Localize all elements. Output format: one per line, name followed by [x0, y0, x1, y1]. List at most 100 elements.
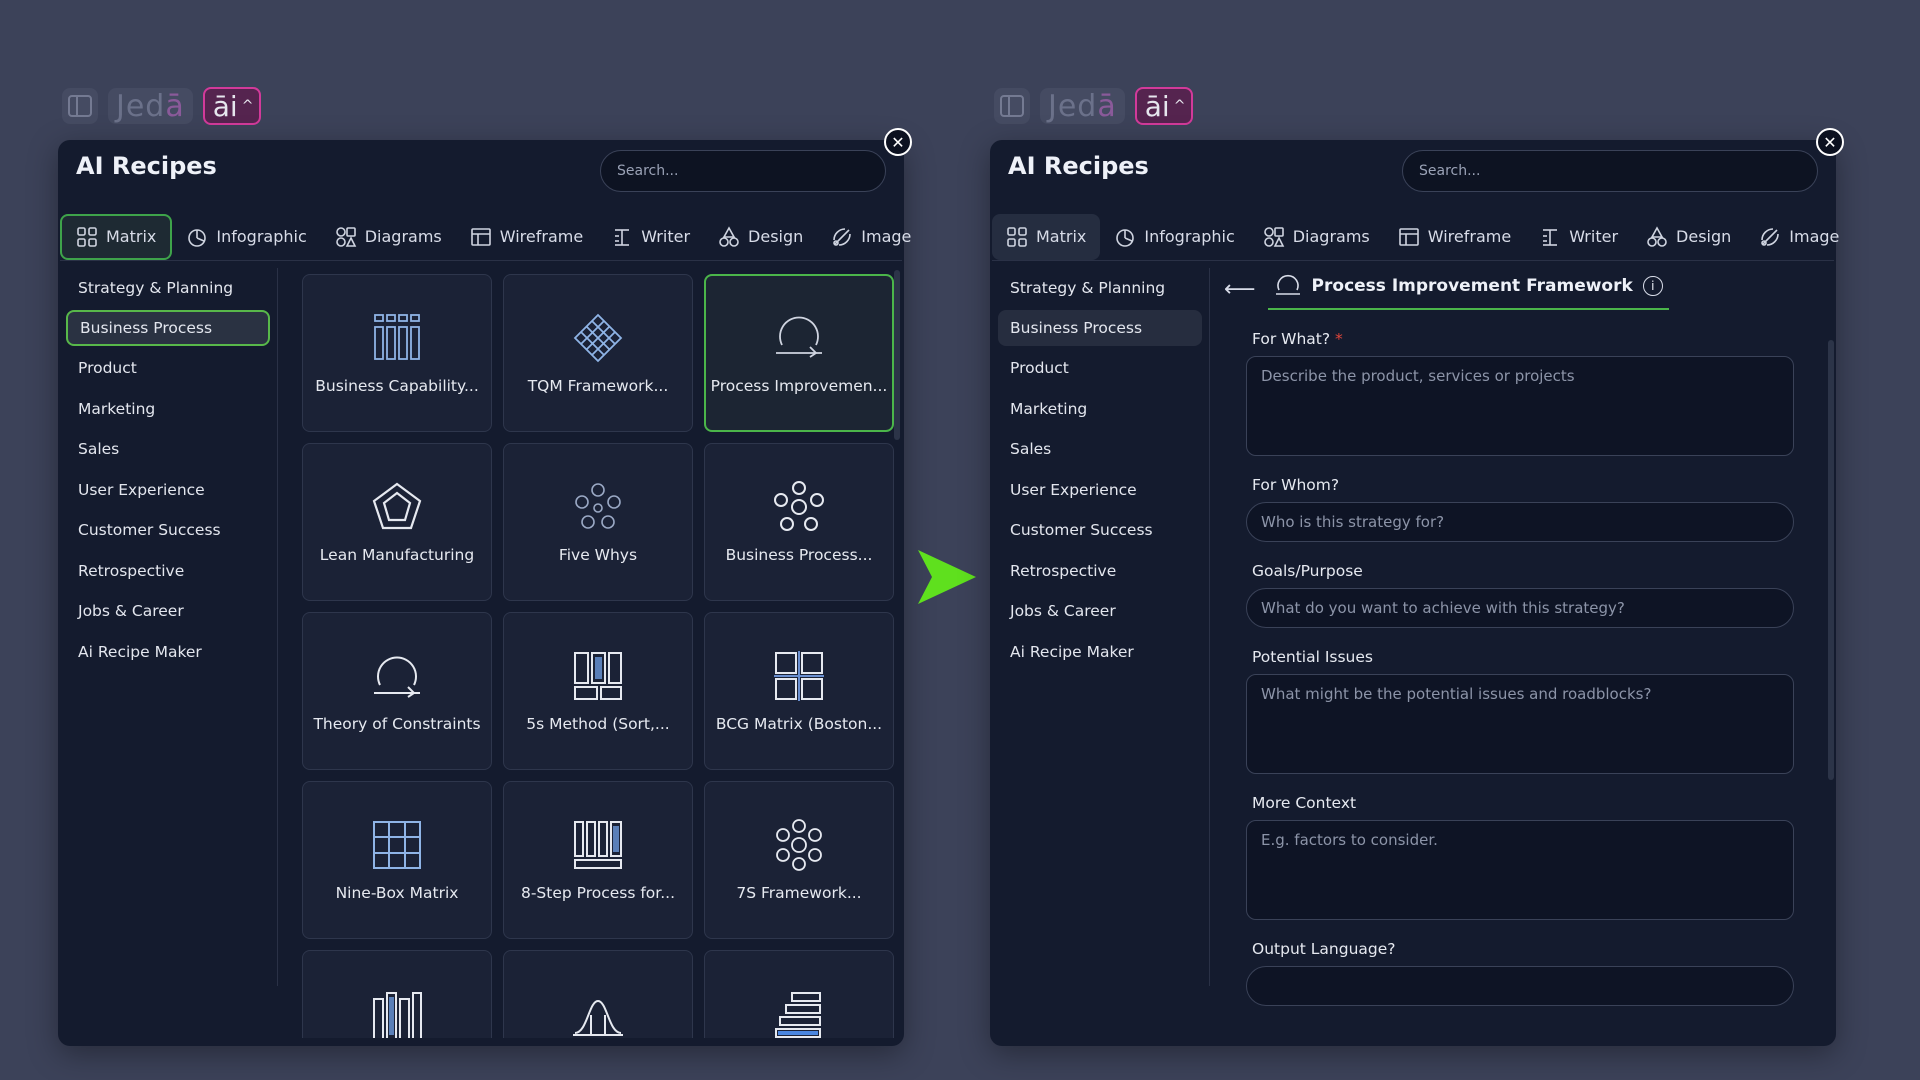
writer-icon [1543, 228, 1558, 246]
tab-wireframe[interactable]: Wireframe [456, 214, 597, 260]
sidebar-panel-icon [68, 95, 92, 117]
sidebar-item-marketing[interactable]: Marketing [998, 389, 1209, 429]
jeda-logo: Jed ā [1040, 88, 1125, 124]
form-header: ⟵ Process Improvement Framework i [1216, 268, 1816, 310]
for-what-field[interactable] [1246, 356, 1794, 456]
sidebar-item-ai-recipe-maker[interactable]: Ai Recipe Maker [66, 632, 277, 672]
recipe-card[interactable] [503, 950, 693, 1038]
recipe-grid: Business Capability... TQM Framework... … [294, 274, 894, 1038]
sidebar-item-retrospective[interactable]: Retrospective [998, 551, 1209, 591]
tab-writer[interactable]: Writer [597, 214, 704, 260]
field-label: More Context [1252, 794, 1357, 812]
search-input[interactable] [1402, 150, 1818, 192]
stack-icon [775, 992, 821, 1038]
grid-scrollbar[interactable] [894, 270, 900, 440]
sidebar-item-jobs-career[interactable]: Jobs & Career [998, 591, 1209, 631]
recipe-card-selected[interactable]: Process Improvemen... [704, 274, 894, 432]
recipe-card[interactable]: Theory of Constraints [302, 612, 492, 770]
more-context-field[interactable] [1246, 820, 1794, 920]
sidebar-item-sales[interactable]: Sales [66, 429, 277, 469]
left-topbar: Jed ā āi ^ [62, 86, 262, 126]
tab-design[interactable]: Design [1632, 214, 1745, 260]
sidebar-item-customer-success[interactable]: Customer Success [998, 510, 1209, 550]
sidebar-item-product[interactable]: Product [998, 348, 1209, 388]
info-icon[interactable]: i [1642, 276, 1663, 296]
ai-recipes-panel-left: ✕ AI Recipes Matrix Infographic Diagrams… [58, 128, 912, 1046]
recipe-card[interactable]: 8-Step Process for... [503, 781, 693, 939]
recipe-card[interactable]: Business Process... [704, 443, 894, 601]
recipe-card[interactable]: Five Whys [503, 443, 693, 601]
sidebar-item-product[interactable]: Product [66, 348, 277, 388]
bell-curve-icon [573, 999, 623, 1036]
recipe-card[interactable]: 7S Framework... [704, 781, 894, 939]
sidebar-item-marketing[interactable]: Marketing [66, 389, 277, 429]
sidebar-item-strategy-planning[interactable]: Strategy & Planning [66, 268, 277, 308]
grid-icon [1007, 226, 1027, 247]
design-icon [1647, 225, 1667, 247]
recipe-card[interactable]: TQM Framework... [503, 274, 693, 432]
ai-recipes-panel-right: ✕ AI Recipes Matrix Infographic Diagrams… [990, 128, 1844, 1046]
potential-issues-field[interactable] [1246, 674, 1794, 774]
sidebar-item-jobs-career[interactable]: Jobs & Career [66, 591, 277, 631]
tab-image[interactable]: Image [1745, 214, 1853, 260]
category-tabs: Matrix Infographic Diagrams Wireframe Wr… [60, 213, 911, 261]
recipe-form: ⟵ Process Improvement Framework i For Wh… [1216, 268, 1816, 1036]
for-whom-field[interactable] [1246, 502, 1794, 542]
field-label: Output Language? [1252, 940, 1396, 958]
sidebar-item-ai-recipe-maker[interactable]: Ai Recipe Maker [998, 632, 1209, 672]
seven-circles-icon [776, 819, 822, 871]
tab-diagrams[interactable]: Diagrams [321, 214, 456, 260]
sidebar-item-retrospective[interactable]: Retrospective [66, 551, 277, 591]
recipe-card[interactable]: 5s Method (Sort,... [503, 612, 693, 770]
sidebar-item-user-experience[interactable]: User Experience [66, 470, 277, 510]
recipe-card[interactable] [302, 950, 492, 1038]
goals-purpose-field[interactable] [1246, 588, 1794, 628]
sidebar-item-sales[interactable]: Sales [998, 429, 1209, 469]
sidebar-item-strategy-planning[interactable]: Strategy & Planning [998, 268, 1209, 308]
tab-image[interactable]: Image [817, 214, 925, 260]
tab-matrix[interactable]: Matrix [992, 213, 1101, 260]
recipe-card[interactable]: Nine-Box Matrix [302, 781, 492, 939]
sidebar-toggle-button[interactable] [994, 88, 1030, 124]
recipe-card[interactable]: Business Capability... [302, 274, 492, 432]
tab-infographic[interactable]: Infographic [1100, 214, 1248, 260]
ai-menu-button[interactable]: āi ^ [1134, 87, 1194, 125]
output-language-field[interactable] [1246, 966, 1794, 1006]
capability-icon [374, 314, 420, 360]
sidebar-item-business-process[interactable]: Business Process [998, 310, 1202, 346]
cycle-icon [776, 316, 822, 358]
tab-writer[interactable]: Writer [1525, 214, 1632, 260]
jeda-logo: Jed ā [108, 88, 193, 124]
back-arrow-icon[interactable]: ⟵ [1224, 277, 1256, 302]
tab-wireframe[interactable]: Wireframe [1384, 214, 1525, 260]
recipe-card[interactable]: BCG Matrix (Boston... [704, 612, 894, 770]
sidebar-item-customer-success[interactable]: Customer Success [66, 510, 277, 550]
grid-icon [77, 226, 97, 247]
tab-infographic[interactable]: Infographic [172, 214, 320, 260]
pentagon-icon [372, 482, 422, 530]
image-icon [1761, 227, 1780, 246]
sidebar-item-business-process[interactable]: Business Process [66, 310, 270, 346]
flower-icon [774, 481, 824, 531]
recipe-card[interactable]: Lean Manufacturing [302, 443, 492, 601]
tab-matrix[interactable]: Matrix [60, 213, 173, 260]
close-icon[interactable]: ✕ [884, 128, 912, 156]
sidebar-item-user-experience[interactable]: User Experience [998, 470, 1209, 510]
bars-icon [373, 992, 422, 1038]
close-icon[interactable]: ✕ [1816, 128, 1844, 156]
form-scrollbar[interactable] [1828, 340, 1834, 780]
wireframe-icon [1398, 227, 1419, 246]
arrow-right-icon [918, 550, 976, 604]
search-input[interactable] [600, 150, 886, 192]
sidebar-toggle-button[interactable] [62, 88, 98, 124]
ai-menu-button[interactable]: āi ^ [202, 87, 262, 125]
panel-title: AI Recipes [76, 152, 217, 180]
design-icon [719, 225, 739, 247]
recipe-card[interactable] [704, 950, 894, 1038]
field-label: For What? * [1252, 330, 1343, 348]
columns-icon [574, 652, 622, 700]
tab-diagrams[interactable]: Diagrams [1249, 214, 1384, 260]
shapes-icon [1263, 226, 1285, 247]
category-tabs: Matrix Infographic Diagrams Wireframe Wr… [992, 213, 1839, 261]
tab-design[interactable]: Design [704, 214, 817, 260]
